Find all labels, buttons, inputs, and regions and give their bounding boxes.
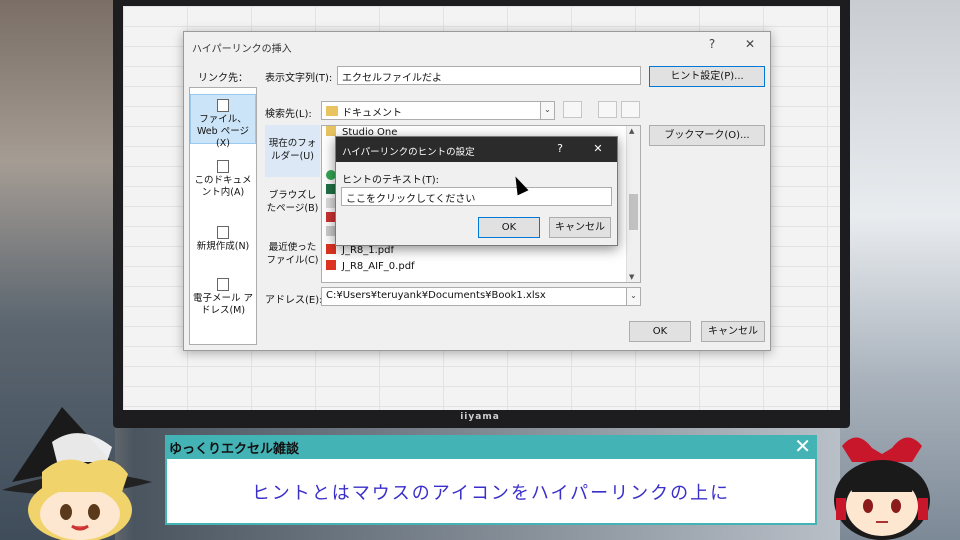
close-button[interactable]: ✕ xyxy=(590,142,606,155)
folder-icon xyxy=(326,106,338,116)
caption-body: ヒントとはマウスのアイコンをハイパーリンクの上に xyxy=(165,459,817,525)
screentip-text-input[interactable]: ここをクリックしてください xyxy=(341,187,612,206)
browse-file-icon[interactable] xyxy=(621,101,640,118)
screentip-titlebar: ハイパーリンクのヒントの設定 ? ✕ xyxy=(336,137,617,162)
cancel-button[interactable]: キャンセル xyxy=(549,217,611,238)
link-to-bar: ファイル、Web ページ(X) このドキュメント内(A) 新規作成(N) 電子メ… xyxy=(189,87,257,345)
link-to-label: リンク先： xyxy=(198,73,248,84)
pdf-icon xyxy=(326,260,336,270)
new-document-icon xyxy=(217,226,229,239)
scroll-up-icon[interactable]: ▲ xyxy=(629,127,634,135)
document-icon xyxy=(217,160,229,173)
ok-button[interactable]: OK xyxy=(629,321,691,342)
caption-title: ゆっくりエクセル雑談 xyxy=(169,442,300,457)
marisa-character xyxy=(2,407,152,540)
look-in-select[interactable]: ドキュメント ⌄ xyxy=(321,101,555,120)
list-item[interactable]: J_R8_AIF_0.pdf xyxy=(326,260,415,272)
link-item-email[interactable]: 電子メール アドレス(M) xyxy=(190,274,256,318)
bookmark-button[interactable]: ブックマーク(O)... xyxy=(649,125,765,146)
display-text-label: 表示文字列(T): xyxy=(265,73,333,84)
help-button[interactable]: ? xyxy=(702,37,722,51)
nav-recent-files[interactable]: 最近使ったファイル(C) xyxy=(265,233,320,281)
up-folder-icon[interactable] xyxy=(563,101,582,118)
folder-icon xyxy=(326,126,336,136)
chevron-down-icon: ⌄ xyxy=(626,288,640,305)
screentip-dialog: ハイパーリンクのヒントの設定 ? ✕ ヒントのテキスト(T): ここをクリックし… xyxy=(335,136,618,246)
caption-header: ゆっくりエクセル雑談 ✕ xyxy=(165,434,817,459)
reimu-character xyxy=(834,437,930,540)
nav-current-folder[interactable]: 現在のフォルダー(U) xyxy=(265,125,320,177)
nav-browsed-pages[interactable]: ブラウズしたページ(B) xyxy=(265,181,320,229)
close-button[interactable]: ✕ xyxy=(740,37,760,51)
file-list-scrollbar[interactable]: ▲ ▼ xyxy=(626,126,640,282)
scroll-down-icon[interactable]: ▼ xyxy=(629,273,634,281)
screentip-title: ハイパーリンクのヒントの設定 xyxy=(342,147,475,158)
ok-button[interactable]: OK xyxy=(478,217,540,238)
screentip-text-label: ヒントのテキスト(T): xyxy=(342,175,439,186)
address-label: アドレス(E): xyxy=(265,295,323,306)
close-icon[interactable]: ✕ xyxy=(794,434,811,458)
link-item-create-new[interactable]: 新規作成(N) xyxy=(190,222,256,254)
screentip-button[interactable]: ヒント設定(P)... xyxy=(649,66,765,87)
help-button[interactable]: ? xyxy=(552,142,568,155)
email-icon xyxy=(217,278,229,291)
chevron-down-icon: ⌄ xyxy=(540,102,554,119)
cancel-button[interactable]: キャンセル xyxy=(701,321,765,342)
dialog-title: ハイパーリンクの挿入 xyxy=(192,44,292,55)
address-input[interactable]: C:¥Users¥teruyank¥Documents¥Book1.xlsx ⌄ xyxy=(321,287,641,306)
browse-web-icon[interactable] xyxy=(598,101,617,118)
link-item-this-document[interactable]: このドキュメント内(A) xyxy=(190,156,256,198)
look-in-label: 検索先(L): xyxy=(265,109,312,120)
globe-file-icon xyxy=(217,99,229,112)
caption-text: ヒントとはマウスのアイコンをハイパーリンクの上に xyxy=(251,483,731,504)
display-text-input[interactable]: エクセルファイルだよ xyxy=(337,66,641,85)
look-in-nav: 現在のフォルダー(U) ブラウズしたページ(B) 最近使ったファイル(C) xyxy=(265,125,320,283)
link-item-file-web[interactable]: ファイル、Web ページ(X) xyxy=(190,94,256,149)
scroll-thumb[interactable] xyxy=(629,194,638,230)
